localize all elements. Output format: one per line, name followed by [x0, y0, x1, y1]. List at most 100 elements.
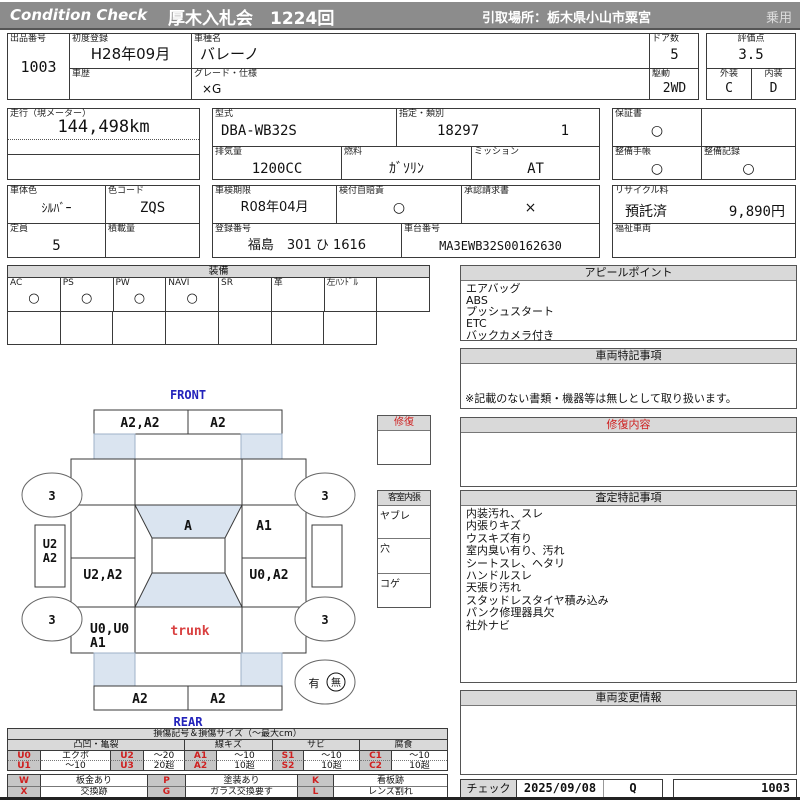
model-code-cell: 型式 DBA-WB32S	[213, 109, 396, 146]
front-bumper-left-damage: A2,A2	[120, 416, 159, 431]
interior-item-tear: ヤブレ	[378, 506, 430, 539]
presence-no-label: 無	[331, 676, 341, 689]
change-info-title: 車両変更情報	[461, 691, 796, 706]
check-date: 2025/09/08	[517, 780, 604, 797]
mileage-empty-row	[8, 155, 199, 179]
equipment-table: 装備 AC ○ PS ○ PW ○ NAVI ○ SR 革 左ﾊﾝﾄﾞﾙ	[7, 265, 430, 346]
check-box: 2025/09/08 Q	[517, 779, 663, 798]
wheel-rear-right-grade: 3	[321, 613, 328, 627]
documents-box: 保証書 ○ 整備手帳 ○ 整備記録 ○	[612, 108, 796, 180]
equipment-row-1: AC ○ PS ○ PW ○ NAVI ○ SR 革 左ﾊﾝﾄﾞﾙ	[7, 278, 430, 312]
legend-code: S1	[273, 751, 304, 761]
wheel-front-right-grade: 3	[321, 489, 328, 503]
auction-sheet: Condition Check 厚木入札会 1224回 引取場所：栃木県小山市粟…	[0, 0, 800, 800]
load-label: 積載量	[108, 224, 136, 234]
left-door-damage: U2,A2	[83, 568, 122, 583]
maintenance-book-label: 整備手帳	[615, 147, 652, 157]
approval-value: ×	[524, 200, 537, 216]
doors-value: 5	[670, 47, 679, 63]
assessment-item: 社外ナビ	[466, 618, 510, 632]
legend-code: U1	[8, 761, 41, 770]
drive-cell: 駆動 2WD	[649, 68, 699, 99]
inspection-value: R08年04月	[240, 200, 309, 215]
registration-number-label: 登録番号	[215, 224, 252, 234]
approval-cell: 承認請求書 ×	[461, 186, 599, 223]
trunk-label: trunk	[170, 624, 209, 639]
model-code-value: DBA-WB32S	[221, 123, 297, 139]
grade-cell: グレード・仕様 ×G	[191, 68, 649, 99]
legend-group-corrosion: 腐食	[360, 740, 447, 751]
legend-code: C1	[360, 751, 392, 761]
equipment-label: AC	[10, 278, 23, 288]
assessment-item: 内張りキズ	[466, 519, 521, 533]
rear-bumper-right-damage: A2	[210, 692, 226, 707]
taillight-left	[93, 652, 136, 687]
mark-code: X	[8, 787, 41, 797]
special-notes-panel: 車両特記事項 ※記載のない書類・機器等は無しとして取り扱います。	[460, 348, 797, 409]
taillight-right	[240, 652, 283, 687]
rear-window	[134, 572, 243, 608]
color-code-label: 色コード	[108, 186, 145, 196]
legend-group-rust: サビ	[273, 740, 360, 751]
recycle-box: リサイクル料 預託済 9,890円 福祉車両	[612, 185, 796, 258]
rear-label: REAR	[174, 715, 204, 729]
exterior-grade-label: 外装	[719, 69, 738, 79]
load-cell: 積載量	[105, 223, 199, 257]
assessment-panel: 査定特記事項 内装汚れ、スレ 内張りキズ ウスキズ有り 室内臭い有り、汚れ シー…	[460, 490, 797, 683]
auction-title: 厚木入札会 1224回	[168, 9, 335, 29]
title-bar: Condition Check 厚木入札会 1224回 引取場所：栃木県小山市粟…	[0, 2, 800, 30]
equipment-label: 革	[273, 278, 283, 288]
mileage-value: 144,498km	[57, 117, 150, 137]
history-cell: 車歴	[69, 68, 191, 99]
legend-title: 損傷記号＆損傷サイズ（～最大cm）	[8, 729, 447, 740]
mark-label: 交換跡	[41, 787, 148, 797]
recycle-status: 預託済	[625, 204, 667, 220]
legend-group-dents: 凸凹・亀裂	[8, 740, 185, 751]
assessment-item: 天張り汚れ	[466, 581, 521, 595]
class-cell: 指定・類別 18297 1	[396, 109, 599, 146]
equipment-cell-ps: PS ○	[60, 278, 114, 312]
welfare-label: 福祉車両	[615, 224, 652, 234]
pickup-location: 引取場所：栃木県小山市粟宮	[482, 11, 652, 26]
equipment-label: 左ﾊﾝﾄﾞﾙ	[326, 278, 359, 288]
color-code-cell: 色コード ZQS	[105, 186, 199, 223]
documents-empty-cell	[701, 109, 795, 146]
color-box: 車体色 ｼﾙﾊﾞｰ 色コード ZQS 定員 5 積載量	[7, 185, 200, 258]
legend-size: エクボ	[41, 751, 111, 761]
interior-item-burn: コゲ	[380, 579, 400, 590]
right-side-box	[311, 524, 343, 588]
headlight-right	[240, 433, 283, 460]
mission-value: AT	[527, 161, 544, 177]
assessment-item: 室内臭い有り、汚れ	[466, 544, 565, 558]
legend-size: 20超	[144, 761, 185, 770]
score-label: 評価点	[737, 34, 765, 44]
interior-item-hole: 穴	[378, 539, 430, 574]
exterior-grade-cell: 外装 C	[707, 68, 751, 99]
color-code-value: ZQS	[139, 200, 166, 216]
equipment-label: PW	[115, 278, 130, 288]
assessment-title: 査定特記事項	[461, 491, 796, 506]
wheel-front-left-grade: 3	[48, 489, 55, 503]
equipment-cell-sr: SR	[219, 278, 272, 312]
legend-group-scratch: 線キズ	[185, 740, 273, 751]
registration-number-cell: 登録番号 福島 301 ひ 1616	[213, 223, 401, 257]
legend-size: ～10	[41, 761, 111, 770]
capacity-label: 定員	[10, 224, 29, 234]
interior-grade-value: D	[769, 81, 778, 96]
model-name-label: 車種名	[194, 34, 222, 44]
mark-label: 板金あり	[41, 775, 148, 787]
mark-label: ガラス交換要す	[186, 787, 298, 797]
first-registration-label: 初度登録	[72, 34, 109, 44]
maintenance-record-cell: 整備記録 ○	[701, 146, 795, 179]
insurance-value: ○	[392, 200, 406, 216]
windshield-damage: A	[184, 519, 192, 534]
legend-code: A2	[185, 761, 217, 770]
warranty-label: 保証書	[615, 109, 643, 119]
legend-size: ～10	[304, 751, 360, 761]
equipment-cell-pw: PW ○	[113, 278, 167, 312]
equipment-label: PS	[62, 278, 74, 288]
inspection-cell: 車検期限 R08年04月	[213, 186, 336, 223]
legend-size: 10超	[217, 761, 273, 770]
vin-value: MA3EWB32S00162630	[439, 239, 562, 253]
repair-marks-table: W 板金あり P 塗装あり K 看板跡 X 交換跡 G ガラス交換要す L レン…	[7, 774, 448, 798]
